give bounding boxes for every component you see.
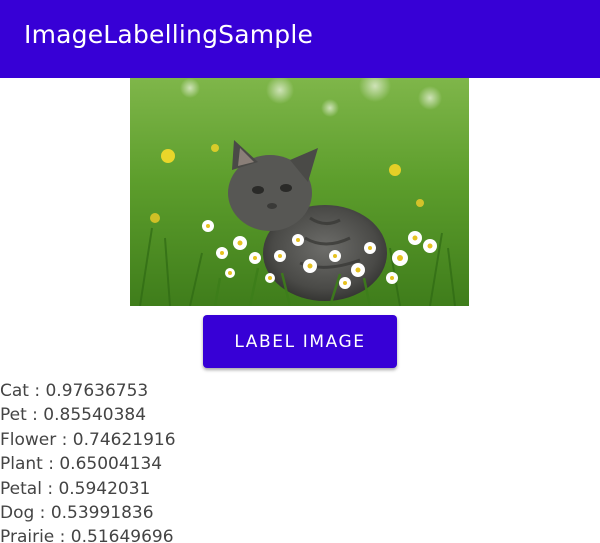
kitten-photo — [130, 78, 469, 306]
result-item: Petal : 0.5942031 — [0, 478, 151, 499]
app-title: ImageLabellingSample — [24, 20, 314, 49]
result-item: Pet : 0.85540384 — [0, 405, 147, 426]
result-item: Cat : 0.97636753 — [0, 381, 149, 401]
result-item: Plant : 0.65004134 — [0, 454, 163, 475]
label-image-button[interactable]: LABEL IMAGE — [203, 315, 397, 368]
result-item: Prairie : 0.51649696 — [0, 527, 174, 543]
result-item: Dog : 0.53991836 — [0, 502, 154, 523]
app-bar: ImageLabellingSample — [0, 0, 600, 78]
label-results-list: Cat : 0.97636753 Pet : 0.85540384 Flower… — [0, 379, 176, 543]
result-item: Flower : 0.74621916 — [0, 429, 176, 450]
app-screen: ImageLabellingSample LABEL IMAGE Cat: 0… — [0, 0, 600, 543]
